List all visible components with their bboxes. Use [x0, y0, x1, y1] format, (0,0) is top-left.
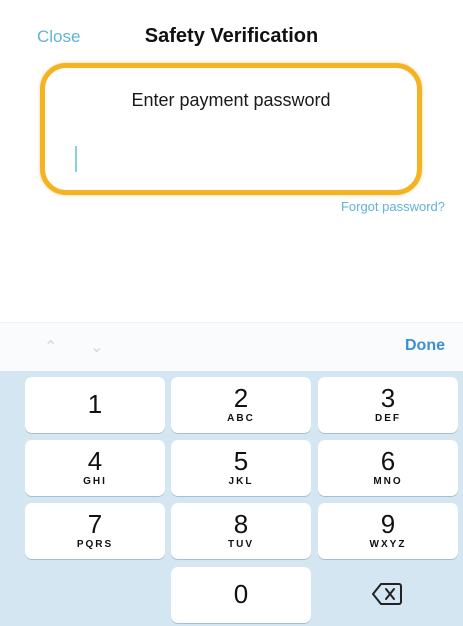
key-6[interactable]: 6 MNO	[318, 440, 458, 496]
payment-password-input[interactable]	[65, 142, 389, 172]
key-letters: GHI	[83, 476, 107, 487]
key-3[interactable]: 3 DEF	[318, 377, 458, 433]
key-8[interactable]: 8 TUV	[171, 503, 311, 559]
page-title: Safety Verification	[144, 25, 319, 47]
key-letters: TUV	[228, 539, 254, 550]
keyboard-toolbar: ⌃ ⌄ Done	[0, 322, 463, 371]
key-digit: 7	[87, 509, 103, 539]
key-5[interactable]: 5 JKL	[171, 440, 311, 496]
key-digit: 5	[233, 446, 249, 476]
key-digit: 2	[233, 383, 249, 413]
chevron-up-icon[interactable]: ⌃	[44, 337, 57, 357]
key-digit: 0	[233, 579, 249, 609]
navigation-bar: Close Safety Verification	[0, 0, 463, 72]
key-digit: 3	[380, 383, 396, 413]
key-4[interactable]: 4 GHI	[25, 440, 165, 496]
done-button[interactable]: Done	[405, 337, 445, 355]
password-prompt: Enter payment password	[131, 90, 331, 110]
backspace-icon	[372, 583, 402, 605]
key-0[interactable]: 0	[171, 567, 311, 623]
forgot-password-link[interactable]: Forgot password?	[341, 199, 445, 214]
key-digit: 4	[87, 446, 103, 476]
key-letters: MNO	[373, 476, 403, 487]
key-2[interactable]: 2 ABC	[171, 377, 311, 433]
password-box: Enter payment password	[40, 63, 422, 195]
key-letters: PQRS	[76, 539, 114, 550]
key-letters: ABC	[227, 413, 255, 424]
key-digit: 6	[380, 446, 396, 476]
key-letters: DEF	[375, 413, 401, 424]
key-digit: 9	[380, 509, 396, 539]
delete-key[interactable]	[318, 567, 458, 623]
key-letters: JKL	[228, 476, 254, 487]
key-digit: 8	[233, 509, 249, 539]
key-letters: WXYZ	[369, 539, 407, 550]
key-9[interactable]: 9 WXYZ	[318, 503, 458, 559]
key-digit: 1	[87, 389, 103, 419]
chevron-down-icon[interactable]: ⌄	[90, 337, 103, 357]
key-7[interactable]: 7 PQRS	[25, 503, 165, 559]
key-1[interactable]: 1	[25, 377, 165, 433]
text-caret	[75, 146, 77, 172]
